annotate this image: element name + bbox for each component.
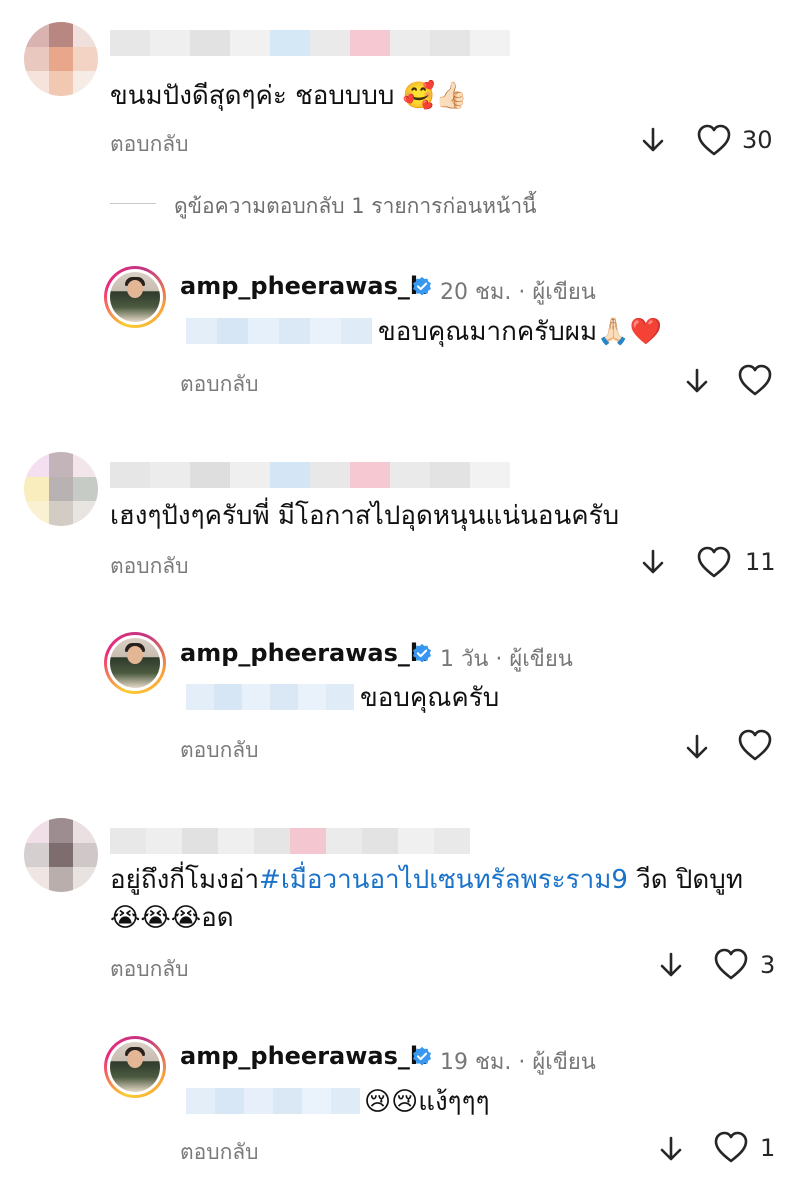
heart-icon[interactable] [713, 1130, 749, 1164]
hashtag-link[interactable]: #เมื่อวานอาไปเซนทรัลพระราม9 [259, 865, 628, 895]
reply-meta: 20 ชม. · ผู้เขียน [440, 280, 596, 305]
author-username[interactable]: amp_pheerawas_k [180, 1042, 426, 1070]
commenter-username[interactable] [110, 462, 510, 488]
author-username[interactable]: amp_pheerawas_k [180, 639, 426, 667]
verified-badge-icon [413, 643, 431, 663]
reply-button[interactable]: ตอบกลับ [180, 1136, 259, 1169]
author-avatar[interactable] [104, 632, 166, 694]
reply-meta: 1 วัน · ผู้เขียน [440, 647, 573, 672]
commenter-username[interactable] [110, 828, 470, 854]
like-count: 11 [745, 548, 776, 576]
author-username[interactable]: amp_pheerawas_k [180, 272, 426, 300]
like-count: 30 [742, 126, 773, 154]
arrow-down-icon[interactable] [640, 548, 666, 576]
arrow-down-icon[interactable] [684, 733, 710, 761]
arrow-down-icon[interactable] [640, 126, 666, 154]
mention-username[interactable] [186, 1088, 360, 1114]
reply-text: 😢😢แง้ๆๆๆ [364, 1087, 490, 1117]
heart-icon[interactable] [737, 363, 773, 397]
arrow-down-icon[interactable] [684, 367, 710, 395]
comment-text: เฮงๆปังๆครับพี่ มีโอกาสไปอุดหนุนแน่นอนคร… [110, 501, 620, 531]
emoji: 🙏🏻❤️ [597, 317, 662, 347]
commenter-avatar[interactable] [24, 22, 98, 96]
reply-text: ขอบคุณครับ [360, 683, 500, 713]
verified-badge-icon [413, 276, 431, 296]
like-count: 3 [760, 951, 776, 979]
commenter-username[interactable] [110, 30, 510, 56]
reply-button[interactable]: ตอบกลับ [180, 368, 259, 401]
reply-text: ขอบคุณมากครับผม🙏🏻❤️ [378, 317, 662, 347]
heart-icon[interactable] [713, 947, 749, 981]
like-count: 1 [760, 1134, 776, 1162]
emoji: 🥰👍🏻 [402, 81, 468, 111]
commenter-avatar[interactable] [24, 452, 98, 526]
heart-icon[interactable] [696, 123, 732, 157]
reply-button[interactable]: ตอบกลับ [110, 953, 189, 986]
crying-emoji: 😭😭😭 [110, 903, 202, 933]
reply-button[interactable]: ตอบกลับ [180, 734, 259, 767]
reply-button[interactable]: ตอบกลับ [110, 128, 189, 161]
divider [110, 203, 156, 204]
mention-username[interactable] [186, 684, 354, 710]
mention-username[interactable] [186, 318, 372, 344]
commenter-avatar[interactable] [24, 818, 98, 892]
sad-emoji: 😢😢 [364, 1087, 419, 1117]
heart-icon[interactable] [737, 728, 773, 762]
reply-button[interactable]: ตอบกลับ [110, 550, 189, 583]
author-avatar[interactable] [104, 1036, 166, 1098]
verified-badge-icon [413, 1046, 431, 1066]
reply-meta: 19 ชม. · ผู้เขียน [440, 1050, 596, 1075]
comment-text: ขนมปังดีสุดๆค่ะ ชอบบบบ 🥰👍🏻 [110, 81, 468, 111]
heart-icon[interactable] [696, 545, 732, 579]
arrow-down-icon[interactable] [658, 1135, 684, 1163]
arrow-down-icon[interactable] [658, 951, 684, 979]
comment-text-line2: 😭😭😭อด [110, 903, 234, 933]
author-avatar[interactable] [104, 266, 166, 328]
comment-text: อยู่ถึงกี่โมงอ่า#เมื่อวานอาไปเซนทรัลพระร… [110, 865, 743, 895]
view-previous-replies[interactable]: ดูข้อความตอบกลับ 1 รายการก่อนหน้านี้ [174, 190, 536, 223]
